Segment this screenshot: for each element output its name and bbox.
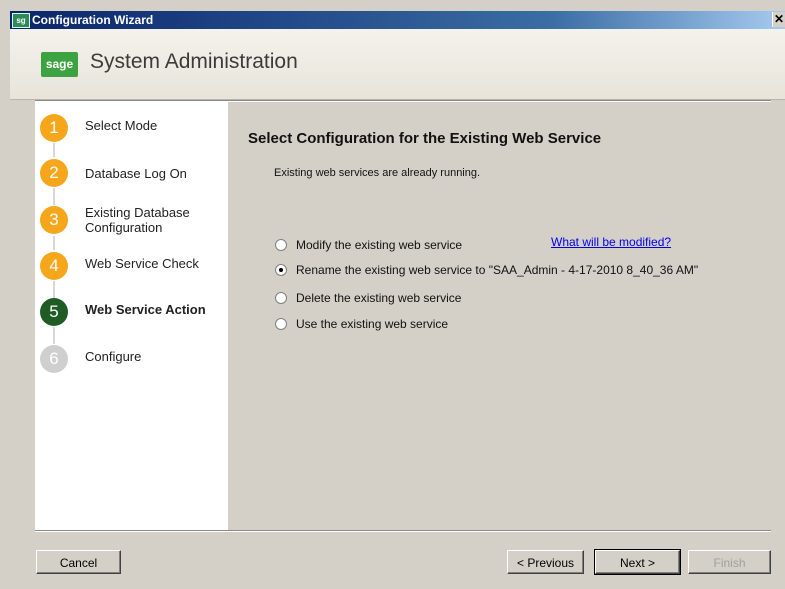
next-button[interactable]: Next > — [594, 549, 681, 575]
step-select-mode: 1 Select Mode — [40, 114, 225, 144]
step-label: Database Log On — [85, 166, 187, 181]
main-panel: Select Configuration for the Existing We… — [228, 102, 771, 530]
previous-button[interactable]: < Previous — [507, 550, 584, 574]
sage-app-icon: sg — [12, 13, 30, 28]
cancel-button[interactable]: Cancel — [36, 550, 121, 574]
radio-button[interactable] — [275, 239, 287, 251]
step-label: Web Service Action — [85, 302, 206, 317]
step-configure: 6 Configure — [40, 345, 225, 375]
option-label[interactable]: Use the existing web service — [296, 317, 448, 331]
step-web-service-check: 4 Web Service Check — [40, 252, 225, 282]
step-existing-database-configuration: 3 Existing Database Configuration — [40, 205, 225, 236]
step-connector — [53, 236, 55, 250]
wizard-header: sage System Administration — [10, 29, 785, 100]
finish-button: Finish — [688, 550, 771, 574]
step-connector — [53, 281, 55, 298]
page-subtitle: Existing web services are already runnin… — [274, 167, 481, 179]
step-connector — [53, 188, 55, 205]
close-icon[interactable]: ✕ — [772, 12, 785, 27]
step-number-circle: 1 — [40, 114, 68, 142]
option-label[interactable]: Rename the existing web service to "SAA_… — [296, 263, 698, 277]
step-label: Configure — [85, 349, 142, 364]
sage-logo: sage — [41, 52, 78, 77]
option-label[interactable]: Delete the existing web service — [296, 291, 461, 305]
what-will-be-modified-link[interactable]: What will be modified? — [551, 235, 671, 249]
step-label: Select Mode — [85, 118, 158, 133]
step-number-circle: 5 — [40, 298, 68, 326]
window-title: Configuration Wizard — [32, 13, 154, 27]
step-connector — [53, 143, 55, 157]
steps-sidebar: 1 Select Mode 2 Database Log On 3 Existi… — [35, 102, 228, 530]
step-label: Web Service Check — [85, 256, 199, 271]
step-number-circle: 4 — [40, 252, 68, 280]
step-web-service-action: 5 Web Service Action — [40, 298, 225, 328]
step-number-circle: 6 — [40, 345, 68, 373]
title-bar[interactable]: sg Configuration Wizard ✕ — [10, 11, 785, 29]
radio-button[interactable] — [275, 264, 287, 276]
header-title: System Administration — [90, 50, 298, 73]
footer-divider — [35, 530, 771, 532]
page-title: Select Configuration for the Existing We… — [248, 130, 602, 147]
step-connector — [53, 327, 55, 344]
step-label: Existing Database Configuration — [85, 205, 190, 235]
radio-button[interactable] — [275, 292, 287, 304]
step-database-log-on: 2 Database Log On — [40, 159, 225, 189]
radio-button[interactable] — [275, 318, 287, 330]
step-number-circle: 3 — [40, 206, 68, 234]
configuration-wizard-window: sg Configuration Wizard ✕ sage System Ad… — [0, 0, 785, 589]
step-number-circle: 2 — [40, 159, 68, 187]
option-label[interactable]: Modify the existing web service — [296, 238, 462, 252]
